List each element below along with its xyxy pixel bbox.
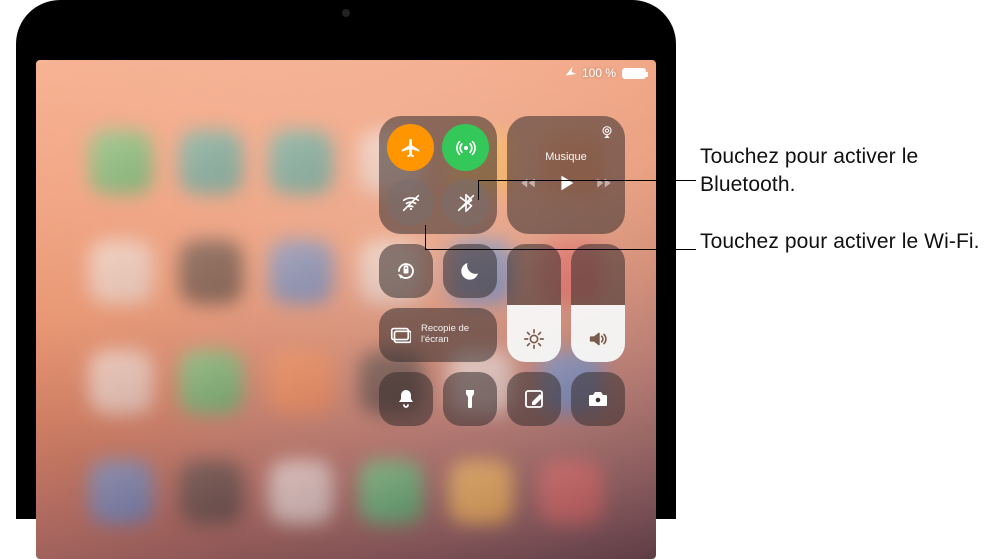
camera-button[interactable] <box>571 372 625 426</box>
play-button[interactable] <box>555 172 577 199</box>
callout-bluetooth: Touchez pour activer le Bluetooth. <box>700 143 995 200</box>
brightness-icon <box>523 328 545 350</box>
wifi-toggle[interactable] <box>387 179 434 226</box>
bluetooth-off-icon <box>455 192 477 214</box>
ipad-screen: 100 % <box>36 60 656 559</box>
next-icon <box>595 174 613 192</box>
status-bar: 100 % <box>564 66 646 80</box>
silent-mode-toggle[interactable] <box>379 372 433 426</box>
do-not-disturb-toggle[interactable] <box>443 244 497 298</box>
moon-icon <box>458 259 482 283</box>
bluetooth-toggle[interactable] <box>442 179 489 226</box>
connectivity-module <box>379 116 497 234</box>
battery-fill <box>623 69 645 78</box>
wifi-off-icon <box>400 192 422 214</box>
callout-wifi: Touchez pour activer le Wi-Fi. <box>700 228 980 256</box>
callout-leader <box>478 180 696 181</box>
battery-percentage: 100 % <box>582 66 616 80</box>
screen-mirroring-button[interactable]: Recopie de l'écran <box>379 308 497 362</box>
screen-mirroring-icon <box>389 324 411 346</box>
airdrop-icon <box>455 137 477 159</box>
home-row <box>36 460 656 524</box>
note-icon <box>522 387 546 411</box>
next-track-button[interactable] <box>595 174 613 197</box>
volume-slider[interactable] <box>571 244 625 362</box>
media-title: Musique <box>545 151 587 163</box>
quick-note-button[interactable] <box>507 372 561 426</box>
airplane-icon <box>400 137 422 159</box>
media-transport <box>519 172 613 199</box>
control-center: Musique <box>379 116 621 426</box>
bell-icon <box>394 387 418 411</box>
previous-track-button[interactable] <box>519 174 537 197</box>
airplane-icon <box>564 67 576 79</box>
camera-icon <box>586 387 610 411</box>
battery-icon <box>622 68 646 79</box>
previous-icon <box>519 174 537 192</box>
callout-leader <box>425 249 696 250</box>
rotation-lock-icon <box>394 259 418 283</box>
airplay-icon[interactable] <box>599 124 615 140</box>
callout-leader <box>425 225 426 249</box>
play-icon <box>555 172 577 194</box>
front-camera <box>342 9 350 17</box>
ipad-frame: 100 % <box>16 0 676 519</box>
brightness-slider[interactable] <box>507 244 561 362</box>
screen-mirroring-label: Recopie de l'écran <box>421 324 487 346</box>
airplane-mode-toggle[interactable] <box>387 124 434 171</box>
volume-icon <box>587 328 609 350</box>
airdrop-toggle[interactable] <box>442 124 489 171</box>
rotation-lock-toggle[interactable] <box>379 244 433 298</box>
media-module[interactable]: Musique <box>507 116 625 234</box>
flashlight-icon <box>458 387 482 411</box>
flashlight-button[interactable] <box>443 372 497 426</box>
callout-leader <box>478 180 479 200</box>
